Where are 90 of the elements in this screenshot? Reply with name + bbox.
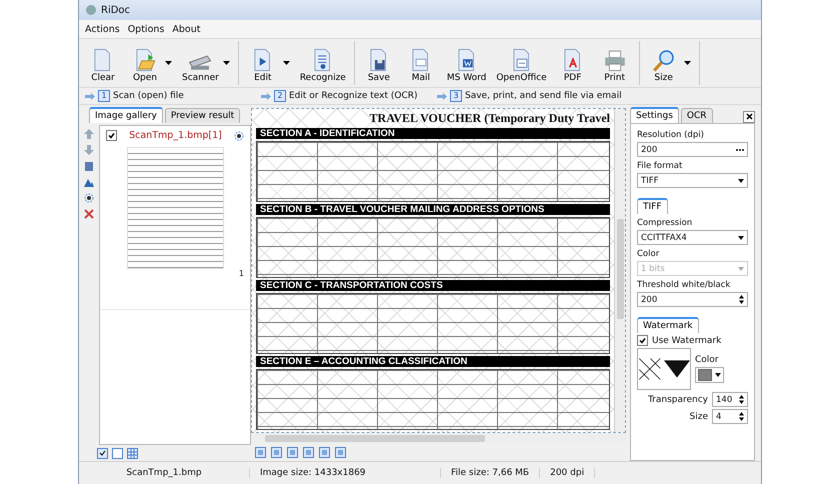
checkbox-label: Use Watermark (652, 336, 722, 346)
toolbar-button[interactable]: MS Word (442, 45, 490, 85)
spinner-icon[interactable] (739, 295, 744, 304)
arrow-icon (85, 92, 95, 100)
checkmark-icon (639, 337, 646, 344)
color-picker[interactable] (695, 367, 724, 383)
grid-icon[interactable] (127, 448, 138, 458)
toolbar-button[interactable]: Open (125, 45, 165, 85)
window-title: RiDoc (101, 4, 130, 16)
caret-icon[interactable] (715, 373, 721, 377)
checkbox-icon[interactable] (97, 448, 108, 458)
section-heading: SECTION C - TRANSPORTATION COSTS (256, 280, 610, 291)
toolbar-button[interactable]: Clear (83, 45, 123, 85)
step-number: 2 (274, 90, 286, 102)
toolbar-button[interactable]: Save (358, 45, 399, 85)
app-icon (85, 4, 97, 16)
caret-icon[interactable] (222, 61, 230, 65)
close-button[interactable] (743, 111, 755, 123)
status-text: ScanTmp_1.bmp (79, 468, 250, 478)
page-thumbnail[interactable] (126, 147, 224, 269)
field-label: Color (695, 355, 720, 365)
pattern-dropdown[interactable] (637, 348, 691, 390)
arrow-icon (261, 92, 271, 100)
threshold-field[interactable]: 200 (637, 292, 748, 307)
clipboard-icon[interactable] (84, 161, 94, 171)
tab[interactable]: OCR (680, 108, 713, 123)
page-number: 1 (238, 269, 244, 278)
spinner-icon[interactable] (739, 395, 744, 404)
field-label: File format (637, 161, 684, 171)
delete-icon[interactable] (84, 209, 94, 219)
toolbar-button[interactable]: Print (594, 45, 635, 85)
toolbar-button[interactable]: Edit (242, 45, 283, 85)
resolution-field[interactable]: 200 (637, 142, 748, 157)
caret-icon[interactable] (738, 236, 744, 240)
settings-icon[interactable] (84, 193, 94, 203)
menu-item[interactable]: Actions (85, 24, 120, 34)
close-icon[interactable] (746, 113, 752, 120)
status-text: Image size: 1433x1869 (250, 468, 441, 478)
step-label: Edit or Recognize text (OCR) (289, 91, 418, 101)
mountain-icon[interactable] (84, 177, 94, 187)
section-heading: SECTION A - IDENTIFICATION (256, 128, 610, 139)
field-label: Size (690, 412, 708, 422)
field-label: Compression (637, 218, 694, 228)
toolbar-button[interactable]: Scanner (178, 45, 223, 85)
caret-icon[interactable] (165, 61, 172, 65)
section-heading: SECTION B - TRAVEL VOUCHER MAILING ADDRESS OPTIONS (256, 204, 610, 215)
toolbar-button[interactable]: PDF (552, 45, 593, 85)
page-icon[interactable] (287, 446, 298, 458)
format-dropdown[interactable]: TIFF (637, 173, 748, 188)
status-text: 200 dpi (540, 468, 596, 478)
menu-item[interactable]: About (172, 24, 200, 34)
tab[interactable]: Watermark (637, 317, 699, 333)
page-icon[interactable] (271, 446, 282, 458)
step-number: 3 (450, 90, 462, 102)
step-label: Scan (open) file (113, 91, 184, 101)
spinner-icon[interactable] (739, 412, 744, 421)
toolbar-button[interactable]: Mail (400, 45, 441, 85)
toolbar-button[interactable]: Size (644, 45, 684, 85)
status-text: File size: 7,66 МБ (441, 468, 540, 478)
step-number: 1 (98, 90, 110, 102)
checkbox[interactable] (637, 335, 648, 346)
checkmark-icon (108, 132, 115, 139)
file-name: ScanTmp_1.bmp[1] (129, 130, 222, 141)
transparency-field[interactable]: 140 (712, 392, 748, 407)
tab[interactable]: Settings (630, 107, 679, 123)
scrollbar[interactable] (614, 109, 625, 432)
field-label: Transparency (648, 394, 708, 404)
caret-icon[interactable] (738, 178, 744, 182)
tab[interactable]: TIFF (637, 198, 668, 214)
tab[interactable]: Image gallery (89, 107, 163, 123)
settings-icon[interactable] (234, 130, 244, 140)
field-label: Resolution (dpi) (637, 130, 705, 140)
compression-dropdown[interactable]: CCITTFAX4 (637, 230, 748, 245)
tab[interactable]: Preview result (164, 108, 240, 123)
page-icon[interactable] (255, 446, 266, 458)
caret-icon[interactable] (684, 61, 691, 65)
toolbar-button[interactable]: Recognize (296, 45, 350, 85)
field-label: Color (637, 249, 660, 259)
menu-item[interactable]: Options (128, 24, 164, 34)
checkbox-icon[interactable] (112, 448, 123, 458)
color-swatch[interactable] (698, 369, 712, 381)
document-title: TRAVEL VOUCHER (Temporary Duty Travel (370, 111, 610, 126)
toolbar-button[interactable]: OpenOffice (492, 45, 551, 85)
size-field[interactable]: 4 (712, 409, 748, 424)
caret-icon[interactable] (282, 61, 290, 65)
arrow-icon (437, 92, 447, 100)
step-label: Save, print, and send file via email (465, 91, 622, 101)
field-label: Threshold white/black (637, 280, 732, 290)
section-heading: SECTION E – ACCOUNTING CLASSIFICATION (256, 356, 610, 367)
checkbox[interactable] (106, 130, 117, 141)
